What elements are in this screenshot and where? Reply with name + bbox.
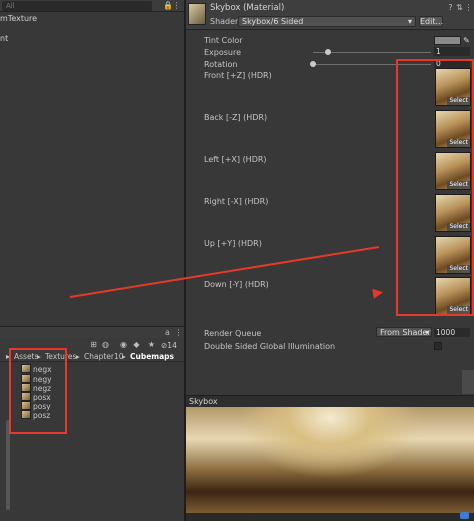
annotation-highlight-file-list (9, 348, 67, 434)
inspector-corner-thumb (462, 370, 474, 394)
menu-icon[interactable]: ⋮ (464, 3, 473, 12)
hidden-count-badge[interactable]: ⊘14 (161, 341, 177, 350)
skybox-preview[interactable] (186, 407, 474, 513)
hierarchy-line: nt (0, 34, 9, 43)
face-label-back: Back [-Z] (HDR) (204, 113, 268, 122)
shader-dropdown[interactable]: Skybox/6 Sided ▾ (238, 16, 416, 27)
label-icon[interactable]: ◆ (132, 340, 141, 349)
favorite-icon[interactable]: ★ (147, 340, 156, 349)
lock-icon[interactable]: 🔒 (163, 1, 173, 10)
annotation-highlight-texture-slots (396, 59, 474, 316)
material-thumbnail (188, 3, 206, 25)
breadcrumb-separator: ▸ (76, 352, 80, 361)
create-icon[interactable]: ⊞ (89, 340, 98, 349)
asset-bundle-icon[interactable] (460, 512, 469, 519)
preview-header[interactable]: Skybox (186, 395, 474, 407)
exposure-slider-handle[interactable] (324, 49, 331, 55)
shader-value: Skybox/6 Sided (242, 17, 304, 26)
shader-label: Shader (210, 17, 239, 26)
face-label-front: Front [+Z] (HDR) (204, 71, 272, 80)
render-queue-mode: From Shader (380, 328, 431, 337)
breadcrumb-cubemaps[interactable]: Cubemaps (130, 352, 174, 361)
hidden-count: 14 (167, 341, 177, 350)
face-label-left: Left [+X] (HDR) (204, 155, 267, 164)
eyedropper-icon[interactable]: ✎ (462, 36, 471, 45)
render-queue-label: Render Queue (204, 329, 262, 338)
render-queue-dropdown[interactable]: From Shader ▾ (376, 327, 432, 337)
dsgi-label: Double Sided Global Illumination (204, 342, 336, 351)
tint-color-swatch[interactable] (434, 36, 461, 45)
edit-shader-button[interactable]: Edit... (419, 16, 443, 27)
search-by-type-icon[interactable]: ◍ (101, 340, 110, 349)
hierarchy-panel (0, 0, 184, 326)
material-title: Skybox (Material) (210, 3, 285, 13)
annotation-arrow-head (372, 287, 384, 299)
preview-footer (186, 513, 474, 521)
exposure-label: Exposure (204, 48, 242, 57)
hierarchy-item[interactable]: mTexture (0, 14, 37, 23)
menu-icon[interactable]: ⋮ (172, 1, 181, 10)
face-label-up: Up [+Y] (HDR) (204, 239, 262, 248)
preview-title: Skybox (189, 397, 218, 406)
tint-color-label: Tint Color (204, 36, 243, 45)
face-label-right: Right [-X] (HDR) (204, 197, 269, 206)
lock-icon[interactable]: a (163, 328, 172, 337)
help-icon[interactable]: ? (446, 3, 455, 12)
face-label-down: Down [-Y] (HDR) (204, 280, 269, 289)
hierarchy-search-input[interactable]: All (2, 1, 152, 11)
project-tab-strip (0, 326, 184, 338)
breadcrumb-separator: ▸ (122, 352, 126, 361)
preset-icon[interactable]: ⇅ (455, 3, 464, 12)
chevron-down-icon: ▾ (407, 17, 412, 26)
breadcrumb-chapter10[interactable]: Chapter10 (84, 352, 124, 361)
render-queue-field[interactable]: 1000 (434, 328, 470, 337)
rotation-slider-handle[interactable] (310, 61, 316, 67)
filter-icon[interactable]: ◉ (119, 340, 128, 349)
rotation-label: Rotation (204, 60, 238, 69)
menu-icon[interactable]: ⋮ (174, 328, 183, 337)
exposure-field[interactable]: 1 (434, 47, 470, 56)
chevron-down-icon: ▾ (424, 328, 429, 337)
dsgi-checkbox[interactable] (434, 342, 442, 350)
